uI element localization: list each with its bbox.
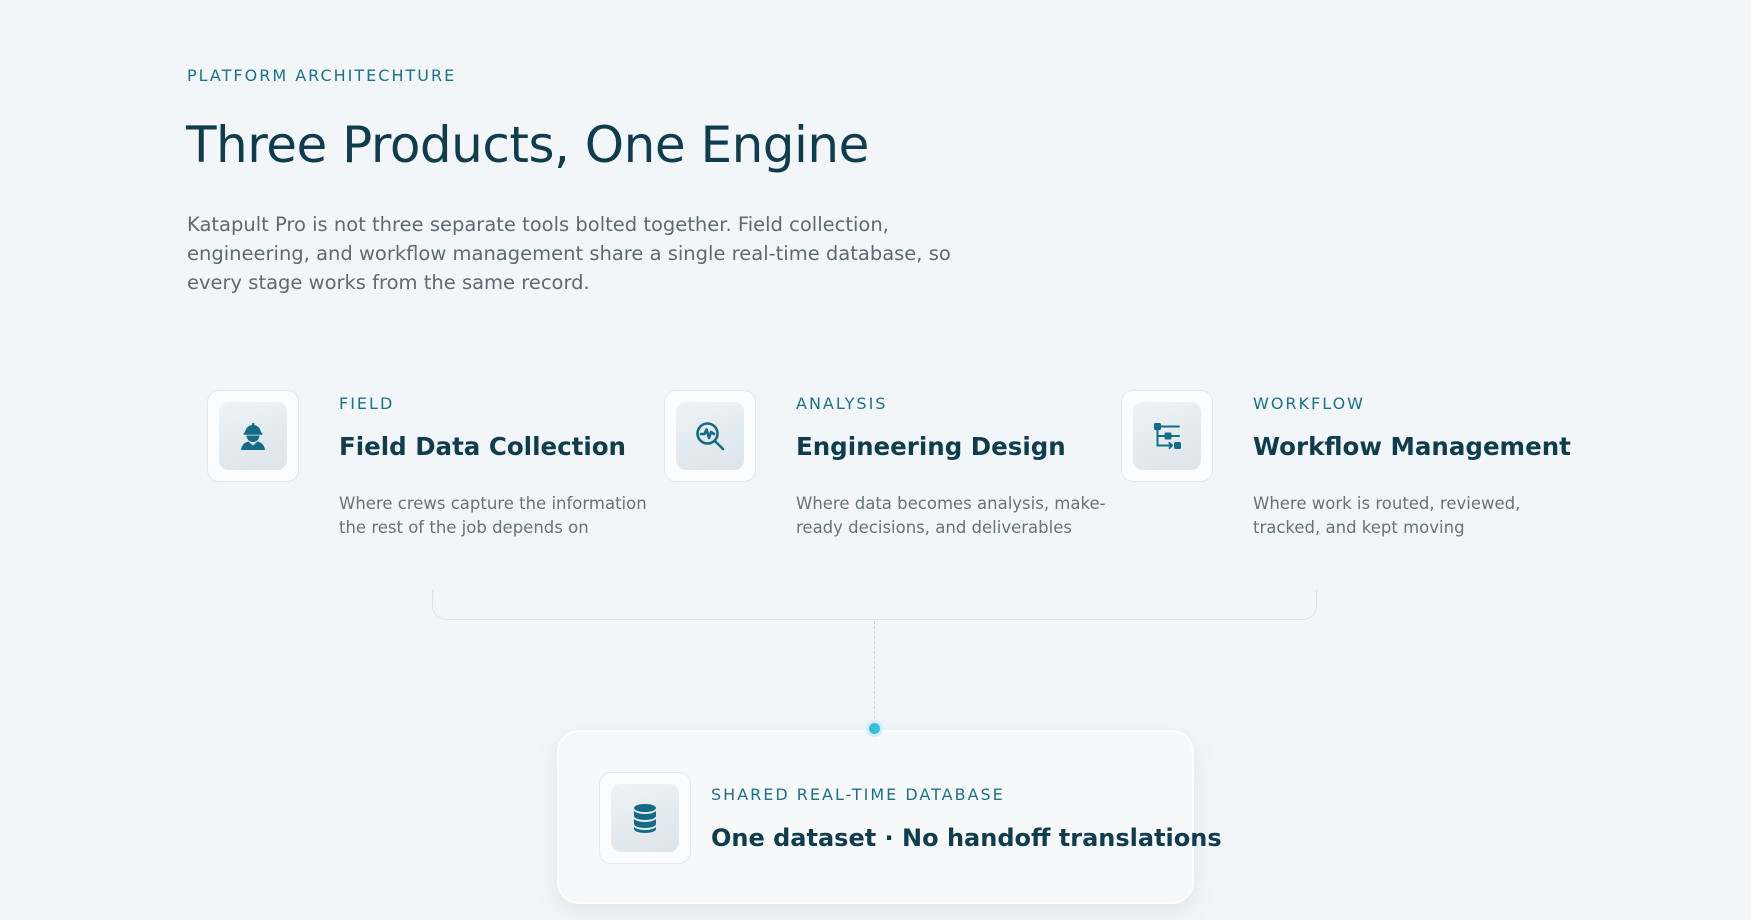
product-description: Where data becomes analysis, make-ready … [796,494,1106,537]
connector-dot [869,723,880,734]
product-icon-tile [1121,390,1213,482]
database-card: SHARED REAL-TIME DATABASE One dataset · … [557,730,1222,904]
database-tag: SHARED REAL-TIME DATABASE [711,785,1005,804]
products-bracket [432,590,1317,620]
product-icon-tile [207,390,299,482]
product-icon-tile [664,390,756,482]
product-title: Workflow Management [1253,432,1571,461]
analysis-magnifier-icon [696,422,725,451]
product-tag: WORKFLOW [1253,394,1365,413]
workflow-flowchart-icon [1154,423,1181,449]
database-icon-tile [599,772,691,864]
product-description: Where work is routed, reviewed, tracked,… [1253,494,1521,537]
product-title: Field Data Collection [339,432,626,461]
intro-paragraph: Katapult Pro is not three separate tools… [187,213,951,294]
database-icon [634,804,656,833]
product-card-field: FIELD Field Data Collection Where crews … [207,390,647,550]
connector-line [874,621,875,724]
product-tag: ANALYSIS [796,394,888,413]
database-title: One dataset · No handoff translations [711,824,1222,852]
page-title: Three Products, One Engine [186,116,869,174]
section-eyebrow: PLATFORM ARCHITECHTURE [187,66,457,85]
product-card-analysis: ANALYSIS Engineering Design Where data b… [664,390,1106,550]
product-tag: FIELD [339,394,395,413]
product-card-workflow: WORKFLOW Workflow Management Where work … [1121,390,1571,550]
product-title: Engineering Design [796,432,1066,461]
worker-hardhat-icon [241,423,265,450]
product-description: Where crews capture the information the … [339,494,647,537]
